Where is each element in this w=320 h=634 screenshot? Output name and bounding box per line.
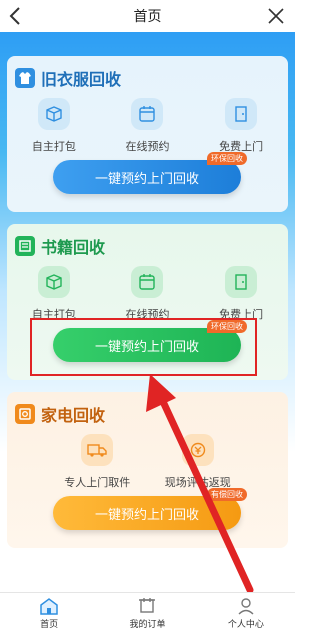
tshirt-icon xyxy=(15,68,35,88)
close-icon[interactable] xyxy=(265,5,287,27)
feature-item: 在线预约 xyxy=(107,98,187,154)
feature-item: 免费上门 xyxy=(201,266,281,322)
tab-profile[interactable]: 个人中心 xyxy=(197,593,295,634)
feature-item: 专人上门取件 xyxy=(57,434,137,490)
card-title: 家电回收 xyxy=(41,406,106,425)
card-clothes-recycling: 旧衣服回收 自主打包 在线预约 免费上门 一键预约上门回收 环保回收 xyxy=(7,56,288,212)
book-pickup-button[interactable]: 一键预约上门回收 有偿回收 xyxy=(53,488,247,530)
tab-orders[interactable]: 我的订单 xyxy=(98,593,196,634)
box-icon xyxy=(37,266,70,298)
feature-item: 免费上门 xyxy=(201,98,281,154)
order-icon xyxy=(139,598,156,613)
card-title: 书籍回收 xyxy=(41,238,106,257)
paid-badge: 有偿回收 xyxy=(207,488,247,501)
money-icon xyxy=(181,434,214,466)
feature-list: 专人上门取件 现场评估返现 xyxy=(7,434,288,490)
page-title: 首页 xyxy=(133,9,162,25)
calendar-icon xyxy=(131,98,164,130)
feature-list: 自主打包 在线预约 免费上门 xyxy=(7,266,288,322)
tab-home[interactable]: 首页 xyxy=(0,593,98,634)
book-pickup-button[interactable]: 一键预约上门回收 环保回收 xyxy=(53,152,247,194)
book-icon xyxy=(15,236,35,256)
feature-item: 自主打包 xyxy=(14,266,94,322)
user-icon xyxy=(238,598,254,615)
appliance-icon xyxy=(15,404,35,424)
back-arrow-icon[interactable] xyxy=(5,5,27,27)
box-icon xyxy=(37,98,70,130)
feature-list: 自主打包 在线预约 免费上门 xyxy=(7,98,288,154)
highlight-box xyxy=(30,318,257,376)
top-bar: 首页 xyxy=(0,0,295,32)
card-title: 旧衣服回收 xyxy=(41,70,122,89)
eco-badge: 环保回收 xyxy=(207,152,247,165)
bottom-tab-bar: 首页 我的订单 个人中心 xyxy=(0,592,295,634)
calendar-icon xyxy=(131,266,164,298)
home-icon xyxy=(40,598,58,615)
feature-item: 自主打包 xyxy=(14,98,94,154)
truck-icon xyxy=(81,434,114,466)
door-icon xyxy=(225,98,258,130)
feature-item: 现场评估返现 xyxy=(158,434,238,490)
door-icon xyxy=(225,266,258,298)
card-appliance-recycling: 家电回收 专人上门取件 现场评估返现 一键预约上门回收 有偿回收 xyxy=(7,392,288,548)
feature-item: 在线预约 xyxy=(107,266,187,322)
